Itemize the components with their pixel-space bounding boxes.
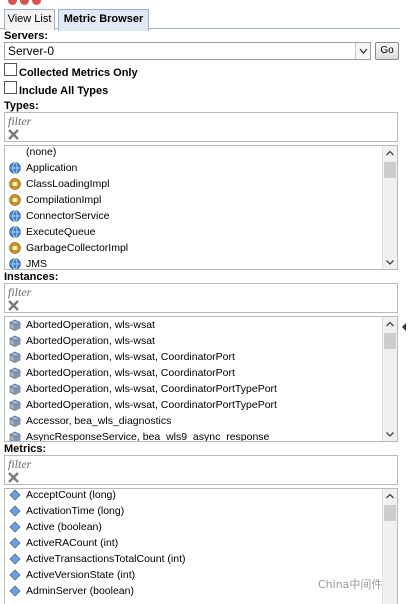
clear-filter-icon[interactable] — [7, 128, 20, 141]
types-scroll-thumb[interactable] — [384, 162, 396, 178]
cube-icon — [9, 431, 21, 441]
instance-item-label: AbortedOperation, wls-wsat, CoordinatorP… — [26, 383, 277, 395]
types-filter[interactable]: filter — [4, 112, 398, 142]
cube-icon — [9, 415, 21, 427]
globe-icon — [9, 162, 21, 174]
types-filter-placeholder: filter — [8, 114, 32, 128]
diamond-icon — [9, 569, 21, 581]
globe-icon — [9, 226, 21, 238]
diamond-icon — [9, 489, 21, 501]
cube-icon — [9, 319, 21, 331]
metrics-scrollbar[interactable] — [382, 489, 397, 604]
instance-item-label: AbortedOperation, wls-wsat — [26, 319, 155, 331]
scroll-down-icon[interactable] — [383, 255, 397, 269]
metrics-filter[interactable]: filter — [4, 455, 398, 485]
window-maximize-dot[interactable] — [32, 0, 41, 5]
collected-metrics-only-checkbox[interactable] — [4, 63, 17, 76]
window-minimize-dot[interactable] — [20, 0, 29, 5]
bean-icon — [9, 178, 21, 190]
type-item-label: JMS — [26, 258, 47, 270]
collapse-panel-icon[interactable] — [401, 318, 407, 336]
instance-item-label: AsyncResponseService, bea_wls9_async_res… — [26, 431, 270, 442]
type-item-label: ExecuteQueue — [26, 226, 96, 238]
server-select[interactable]: Server-0 — [4, 42, 371, 60]
server-select-value: Server-0 — [8, 44, 55, 58]
diamond-icon — [9, 537, 21, 549]
type-item-label: GarbageCollectorImpl — [26, 242, 129, 254]
cube-icon — [9, 367, 21, 379]
types-list[interactable]: (none) Application ClassLoadingImpl Compila… — [4, 145, 398, 270]
diamond-icon — [9, 553, 21, 565]
tab-metric-browser[interactable]: Metric Browser — [58, 9, 149, 31]
window-close-dot[interactable] — [8, 0, 17, 5]
instances-filter[interactable]: filter — [4, 283, 398, 313]
type-item-label: ConnectorService — [26, 210, 110, 222]
metrics-scroll-thumb[interactable] — [384, 505, 396, 521]
cube-icon — [9, 399, 21, 411]
instances-list[interactable]: AbortedOperation, wls-wsat AbortedOperati… — [4, 316, 398, 442]
metric-item-label: Active (boolean) — [26, 521, 102, 533]
cube-icon — [9, 383, 21, 395]
metric-item-label: ActivationTime (long) — [26, 505, 125, 517]
instance-item-label: AbortedOperation, wls-wsat, CoordinatorP… — [26, 351, 235, 363]
scroll-up-icon[interactable] — [383, 146, 397, 160]
clear-filter-icon[interactable] — [7, 299, 20, 312]
watermark: China中间件 — [318, 578, 383, 591]
include-all-types-checkbox[interactable] — [4, 81, 17, 94]
instance-item-label: AbortedOperation, wls-wsat, CoordinatorP… — [26, 399, 277, 411]
scroll-up-icon[interactable] — [383, 317, 397, 331]
types-scrollbar[interactable] — [382, 146, 397, 269]
instances-label: Instances: — [4, 271, 59, 283]
types-label: Types: — [4, 100, 39, 112]
include-all-types-label: Include All Types — [19, 85, 109, 97]
instance-item-label: Accessor, bea_wls_diagnostics — [26, 415, 172, 427]
metric-item-label: AdminServer (boolean) — [26, 585, 134, 597]
instance-item-label: AbortedOperation, wls-wsat, CoordinatorP… — [26, 367, 235, 379]
metric-item-label: AcceptCount (long) — [26, 489, 116, 501]
metrics-label: Metrics: — [4, 443, 47, 455]
metrics-filter-placeholder: filter — [8, 457, 32, 471]
globe-icon — [9, 210, 21, 222]
metric-item-label: ActiveTransactionsTotalCount (int) — [26, 553, 186, 565]
scroll-down-icon[interactable] — [383, 427, 397, 441]
clear-filter-icon[interactable] — [7, 471, 20, 484]
collected-metrics-only-label: Collected Metrics Only — [19, 67, 138, 79]
type-item-label: (none) — [26, 146, 57, 158]
instances-filter-placeholder: filter — [8, 285, 32, 299]
instance-item-label: AbortedOperation, wls-wsat — [26, 335, 155, 347]
bean-icon — [9, 242, 21, 254]
diamond-icon — [9, 521, 21, 533]
globe-icon — [9, 258, 21, 269]
chevron-down-icon[interactable] — [355, 43, 370, 59]
instances-scroll-thumb[interactable] — [384, 333, 396, 349]
go-button[interactable]: Go — [375, 42, 399, 60]
type-item-label: ClassLoadingImpl — [26, 178, 110, 190]
diamond-icon — [9, 585, 21, 597]
metric-item-label: ActiveVersionState (int) — [26, 569, 136, 581]
instances-scrollbar[interactable] — [382, 317, 397, 441]
type-item-label: CompilationImpl — [26, 194, 102, 206]
cube-icon — [9, 335, 21, 347]
metric-item-label: ActiveRACount (int) — [26, 537, 119, 549]
scroll-up-icon[interactable] — [383, 489, 397, 503]
type-item-label: Application — [26, 162, 78, 174]
servers-label: Servers: — [4, 30, 49, 42]
tab-view-list[interactable]: View List — [4, 9, 55, 30]
bean-icon — [9, 194, 21, 206]
cube-icon — [9, 351, 21, 363]
diamond-icon — [9, 505, 21, 517]
